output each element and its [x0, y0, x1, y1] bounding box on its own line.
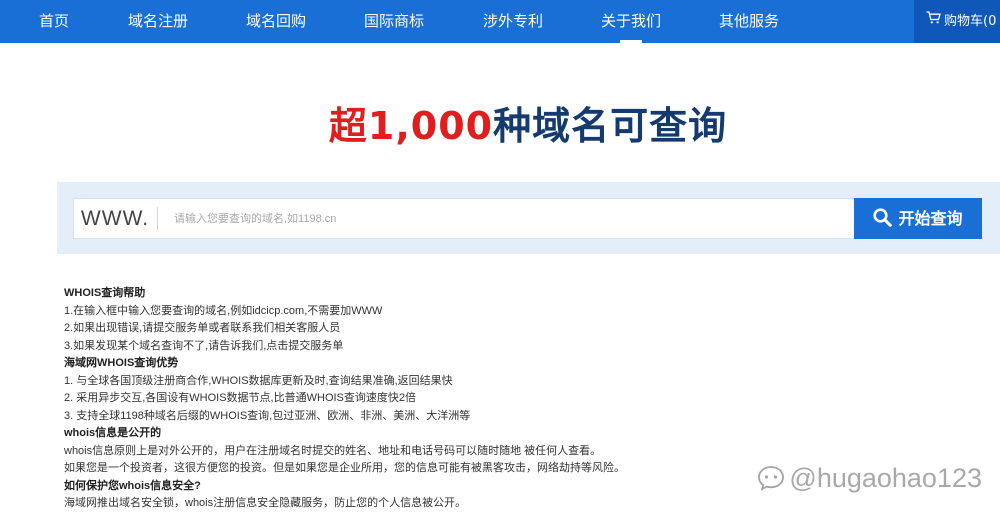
help-line: whois信息原则上是对外公开的，用户在注册域名时提交的姓名、地址和电话号码可以… — [64, 444, 602, 457]
cart-button[interactable]: 购物车(0 — [914, 0, 1000, 43]
nav-item-home[interactable]: 首页 — [39, 0, 69, 43]
nav-item-domain-register[interactable]: 域名注册 — [128, 0, 188, 43]
start-query-button[interactable]: 开始查询 — [854, 198, 982, 239]
shopping-cart-icon — [926, 0, 941, 42]
page-headline: 超1,000种域名可查询 — [0, 95, 1000, 150]
nav-item-trademark[interactable]: 国际商标 — [364, 0, 424, 43]
watermark: @hugaohao123 — [757, 463, 982, 494]
help-heading: WHOIS查询帮助 — [64, 287, 146, 299]
nav-item-other-services[interactable]: 其他服务 — [719, 0, 779, 43]
help-line: 1.在输入框中输入您要查询的域名,例如idcicp.com,不需要加WWW — [64, 304, 383, 317]
domain-search-input[interactable] — [174, 199, 844, 238]
nav-item-about-us[interactable]: 关于我们 — [601, 0, 661, 43]
help-heading: 海域网WHOIS查询优势 — [64, 357, 179, 369]
headline-suffix: 种域名可查询 — [493, 104, 728, 148]
watermark-text: @hugaohao123 — [789, 463, 982, 493]
cart-label: 购物车(0 — [944, 14, 997, 29]
help-heading: whois信息是公开的 — [64, 427, 162, 439]
help-line: 3. 支持全球1198种域名后缀的WHOIS查询,包过亚洲、欧洲、非洲、美洲、大… — [64, 409, 471, 422]
help-heading: 如何保护您whois信息安全? — [64, 479, 201, 492]
help-line: 1. 与全球各国顶级注册商合作,WHOIS数据库更新及时,查询结果准确,返回结果… — [64, 374, 453, 387]
nav-item-patent[interactable]: 涉外专利 — [483, 0, 543, 43]
search-box: WWW. 开始查询 — [73, 198, 982, 239]
start-query-label: 开始查询 — [898, 209, 963, 228]
help-line: 海域网推出域名安全锁，whois注册信息安全隐藏服务，防止您的个人信息被公开。 — [64, 497, 467, 509]
whois-help-section: WHOIS查询帮助 1.在输入框中输入您要查询的域名,例如idcicp.com,… — [64, 285, 764, 513]
nav-item-domain-buyback[interactable]: 域名回购 — [246, 0, 306, 43]
help-line: 2.如果出现错误,请提交服务单或者联系我们相关客服人员 — [64, 322, 341, 334]
divider — [157, 207, 158, 230]
www-prefix: WWW. — [80, 207, 150, 230]
help-line: 3.如果发现某个域名查询不了,请告诉我们,点击提交服务单 — [64, 339, 344, 352]
headline-prefix: 超 — [328, 104, 368, 148]
zhihu-logo-icon — [758, 465, 785, 491]
help-line: 如果您是一个投资者，这很方便您的投资。但是如果您是企业所用，您的信息可能有被黑客… — [64, 462, 625, 474]
top-nav: 首页 域名注册 域名回购 国际商标 涉外专利 关于我们 其他服务 购物车(0 — [0, 0, 1000, 43]
headline-count: 1,000 — [367, 104, 494, 148]
search-icon — [873, 208, 893, 227]
search-panel: WWW. 开始查询 — [57, 182, 1000, 254]
help-line: 2. 采用异步交互,各国设有WHOIS数据节点,比普通WHOIS查询速度快2倍 — [64, 392, 417, 404]
